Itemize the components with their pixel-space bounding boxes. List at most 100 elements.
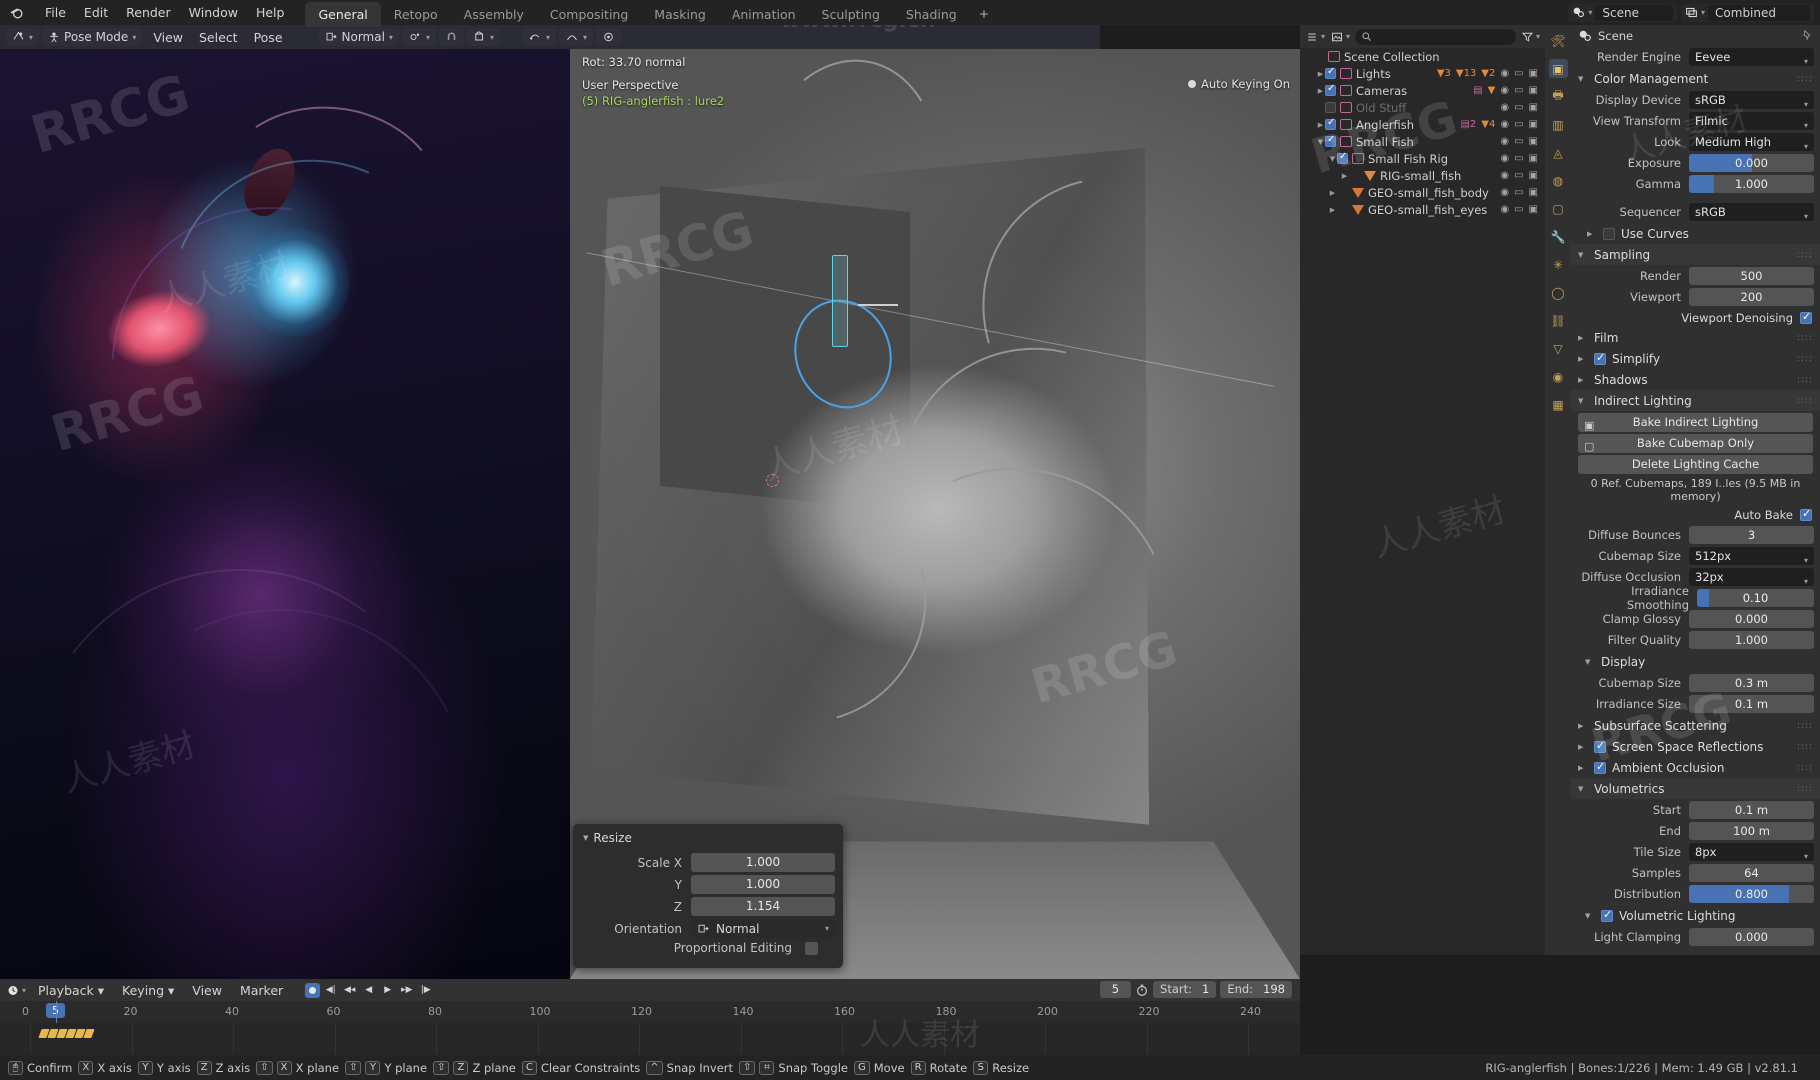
menu-edit[interactable]: Edit xyxy=(75,3,117,22)
monitor-icon[interactable]: ▭ xyxy=(1514,119,1523,130)
viewport-denoising-checkbox[interactable] xyxy=(1800,312,1812,324)
diffuse-bounces-value[interactable]: 3 xyxy=(1689,526,1814,544)
render-tab[interactable]: ▣ xyxy=(1549,59,1568,78)
outliner-row-small-fish[interactable]: ▼ Small Fish ◉ ▭ ▣ xyxy=(1300,133,1545,150)
bake-indirect-lighting-button[interactable]: ▣ Bake Indirect Lighting xyxy=(1578,413,1813,432)
keyframe-group[interactable] xyxy=(40,1029,93,1038)
volumetrics-start-value[interactable]: 0.1 m xyxy=(1689,801,1814,819)
cubemap-size-dropdown[interactable]: 512px ▾ xyxy=(1689,547,1814,565)
timeline-menu-playback[interactable]: Playback ▾ xyxy=(29,981,113,1000)
menu-help[interactable]: Help xyxy=(247,3,294,22)
menu-file[interactable]: File xyxy=(36,3,75,22)
outliner-exclude-checkbox[interactable] xyxy=(1325,68,1336,79)
display-irradiance-size-value[interactable]: 0.1 m xyxy=(1689,695,1814,713)
ssr-checkbox[interactable] xyxy=(1594,741,1606,753)
section-shadows[interactable]: ▶ Shadows :::: xyxy=(1571,369,1820,390)
viewport-menu-select[interactable]: Select xyxy=(191,28,246,47)
delete-lighting-cache-button[interactable]: Delete Lighting Cache xyxy=(1578,455,1813,474)
tool-tab[interactable]: 🛠 xyxy=(1549,31,1568,50)
light-clamping-value[interactable]: 0.000 xyxy=(1689,928,1814,946)
timeline-keyframe-track[interactable] xyxy=(0,1023,1300,1055)
3d-cursor[interactable] xyxy=(766,474,779,487)
outliner-row-lights[interactable]: ▶ Lights ▼3 ▼13 ▼2 ◉ ▭ ▣ xyxy=(1300,65,1545,82)
section-volumetric-lighting[interactable]: ▼ Volumetric Lighting xyxy=(1571,905,1820,926)
workspace-tab-assembly[interactable]: Assembly xyxy=(451,2,537,27)
play-icon[interactable]: ▶ xyxy=(379,982,396,999)
modifiers-tab[interactable]: 🔧 xyxy=(1549,227,1568,246)
workspace-tab-animation[interactable]: Animation xyxy=(719,2,809,27)
scene-name[interactable]: Scene xyxy=(1595,5,1673,21)
bake-cubemap-only-button[interactable]: ▢ Bake Cubemap Only xyxy=(1578,434,1813,453)
triangle-right-icon[interactable]: ▶ xyxy=(1316,87,1325,95)
outliner-exclude-checkbox[interactable] xyxy=(1325,85,1336,96)
eye-icon[interactable]: ◉ xyxy=(1500,68,1509,79)
section-screen-space-reflections[interactable]: ▶ Screen Space Reflections :::: xyxy=(1571,736,1820,757)
operator-redo-panel[interactable]: ▼ Resize Scale X 1.000 Y 1.000 Z 1.154 Orient… xyxy=(573,824,843,968)
eye-icon[interactable]: ◉ xyxy=(1500,136,1509,147)
world-tab[interactable]: ◍ xyxy=(1549,171,1568,190)
camera-icon[interactable]: ▣ xyxy=(1529,153,1538,164)
operator-panel-header[interactable]: ▼ Resize xyxy=(581,829,835,853)
monitor-icon[interactable]: ▭ xyxy=(1514,102,1523,113)
camera-icon[interactable]: ▣ xyxy=(1529,85,1538,96)
current-frame-field[interactable]: 5 xyxy=(1100,981,1131,998)
editor-type-selector[interactable]: ▾ xyxy=(6,28,39,46)
eye-icon[interactable]: ◉ xyxy=(1500,102,1509,113)
outliner-row-old-stuff[interactable]: Old Stuff ◉ ▭ ▣ xyxy=(1300,99,1545,116)
timeline-menu-view[interactable]: View xyxy=(183,981,231,1000)
operator-field-value[interactable]: 1.154 xyxy=(691,897,835,916)
section-indirect-lighting[interactable]: ▼ Indirect Lighting :::: xyxy=(1571,390,1820,411)
outliner-exclude-checkbox[interactable] xyxy=(1325,102,1336,113)
jump-start-icon[interactable]: ◀| xyxy=(322,982,339,999)
simplify-checkbox[interactable] xyxy=(1594,353,1606,365)
view-transform-dropdown[interactable]: Filmic ▾ xyxy=(1689,112,1814,130)
pivot-point-selector[interactable]: ▾ xyxy=(402,28,436,46)
workspace-tab-shading[interactable]: Shading xyxy=(893,2,970,27)
volumetrics-samples-value[interactable]: 64 xyxy=(1689,864,1814,882)
orientation-dropdown[interactable]: Normal ▾ xyxy=(691,919,835,938)
clamp-glossy-value[interactable]: 0.000 xyxy=(1689,610,1814,628)
camera-icon[interactable]: ▣ xyxy=(1529,204,1538,215)
monitor-icon[interactable]: ▭ xyxy=(1514,136,1523,147)
view-layer-name[interactable]: Combined xyxy=(1708,5,1810,21)
diffuse-occlusion-dropdown[interactable]: 32px ▾ xyxy=(1689,568,1814,586)
menu-render[interactable]: Render xyxy=(117,3,180,22)
eye-icon[interactable]: ◉ xyxy=(1500,187,1509,198)
jump-end-icon[interactable]: |▶ xyxy=(417,982,434,999)
display-device-dropdown[interactable]: sRGB ▾ xyxy=(1689,91,1814,109)
section-film[interactable]: ▶ Film :::: xyxy=(1571,327,1820,348)
menu-window[interactable]: Window xyxy=(180,3,247,22)
section-simplify[interactable]: ▶ Simplify :::: xyxy=(1571,348,1820,369)
auto-bake-checkbox[interactable] xyxy=(1800,509,1812,521)
outliner-row-cameras[interactable]: ▶ Cameras ▤ ▼ ◉ ▭ ▣ xyxy=(1300,82,1545,99)
outliner-id-type-filter[interactable]: ▾ xyxy=(1330,31,1350,43)
add-workspace-button[interactable]: + xyxy=(970,2,998,25)
blender-logo-icon[interactable] xyxy=(8,5,26,21)
section-volumetrics[interactable]: ▼ Volumetrics :::: xyxy=(1571,778,1820,799)
filter-quality-value[interactable]: 1.000 xyxy=(1689,631,1814,649)
sampling-viewport-value[interactable]: 200 xyxy=(1689,288,1814,306)
transform-orientation-selector[interactable]: Normal ▾ xyxy=(319,28,399,46)
outliner-row-anglerfish[interactable]: ▶Anglerfish▤2▼4◉▭▣ xyxy=(1300,116,1545,133)
triangle-right-icon[interactable]: ▶ xyxy=(1340,172,1349,180)
stopwatch-icon[interactable] xyxy=(1135,983,1149,997)
mode-selector[interactable]: Pose Mode ▾ xyxy=(42,28,142,46)
exposure-slider[interactable]: 0.000 xyxy=(1689,154,1814,172)
section-sampling[interactable]: ▼ Sampling :::: xyxy=(1571,244,1820,265)
outliner-row-scene-collection[interactable]: Scene Collection xyxy=(1300,48,1545,65)
irradiance-smoothing-slider[interactable]: 0.10 xyxy=(1697,589,1814,607)
triangle-down-icon[interactable]: ▼ xyxy=(583,834,588,842)
monitor-icon[interactable]: ▭ xyxy=(1514,153,1523,164)
outliner-exclude-checkbox[interactable] xyxy=(1325,119,1336,130)
view-layer-selector[interactable]: ▾ Combined xyxy=(1681,4,1814,22)
outliner-row-geo-small-fish-eyes[interactable]: ▶ GEO-small_fish_eyes ◉ ▭ ▣ xyxy=(1300,201,1545,218)
timeline-ruler[interactable]: 0204060801001201401601802002202405 xyxy=(0,1001,1300,1023)
timeline-editor-type[interactable]: ▾ xyxy=(6,984,26,997)
timeline-menu-marker[interactable]: Marker xyxy=(231,981,292,1000)
sampling-render-value[interactable]: 500 xyxy=(1689,267,1814,285)
timeline-editor[interactable]: ▾ Playback ▾ Keying ▾ View Marker ◀| ◀◂ ◀ ▶… xyxy=(0,979,1300,1055)
scene-tab[interactable]: ◬ xyxy=(1549,143,1568,162)
look-dropdown[interactable]: Medium High Contr.. ▾ xyxy=(1689,133,1814,151)
prev-keyframe-icon[interactable]: ◀◂ xyxy=(341,982,358,999)
outliner-search-input[interactable] xyxy=(1355,29,1516,45)
